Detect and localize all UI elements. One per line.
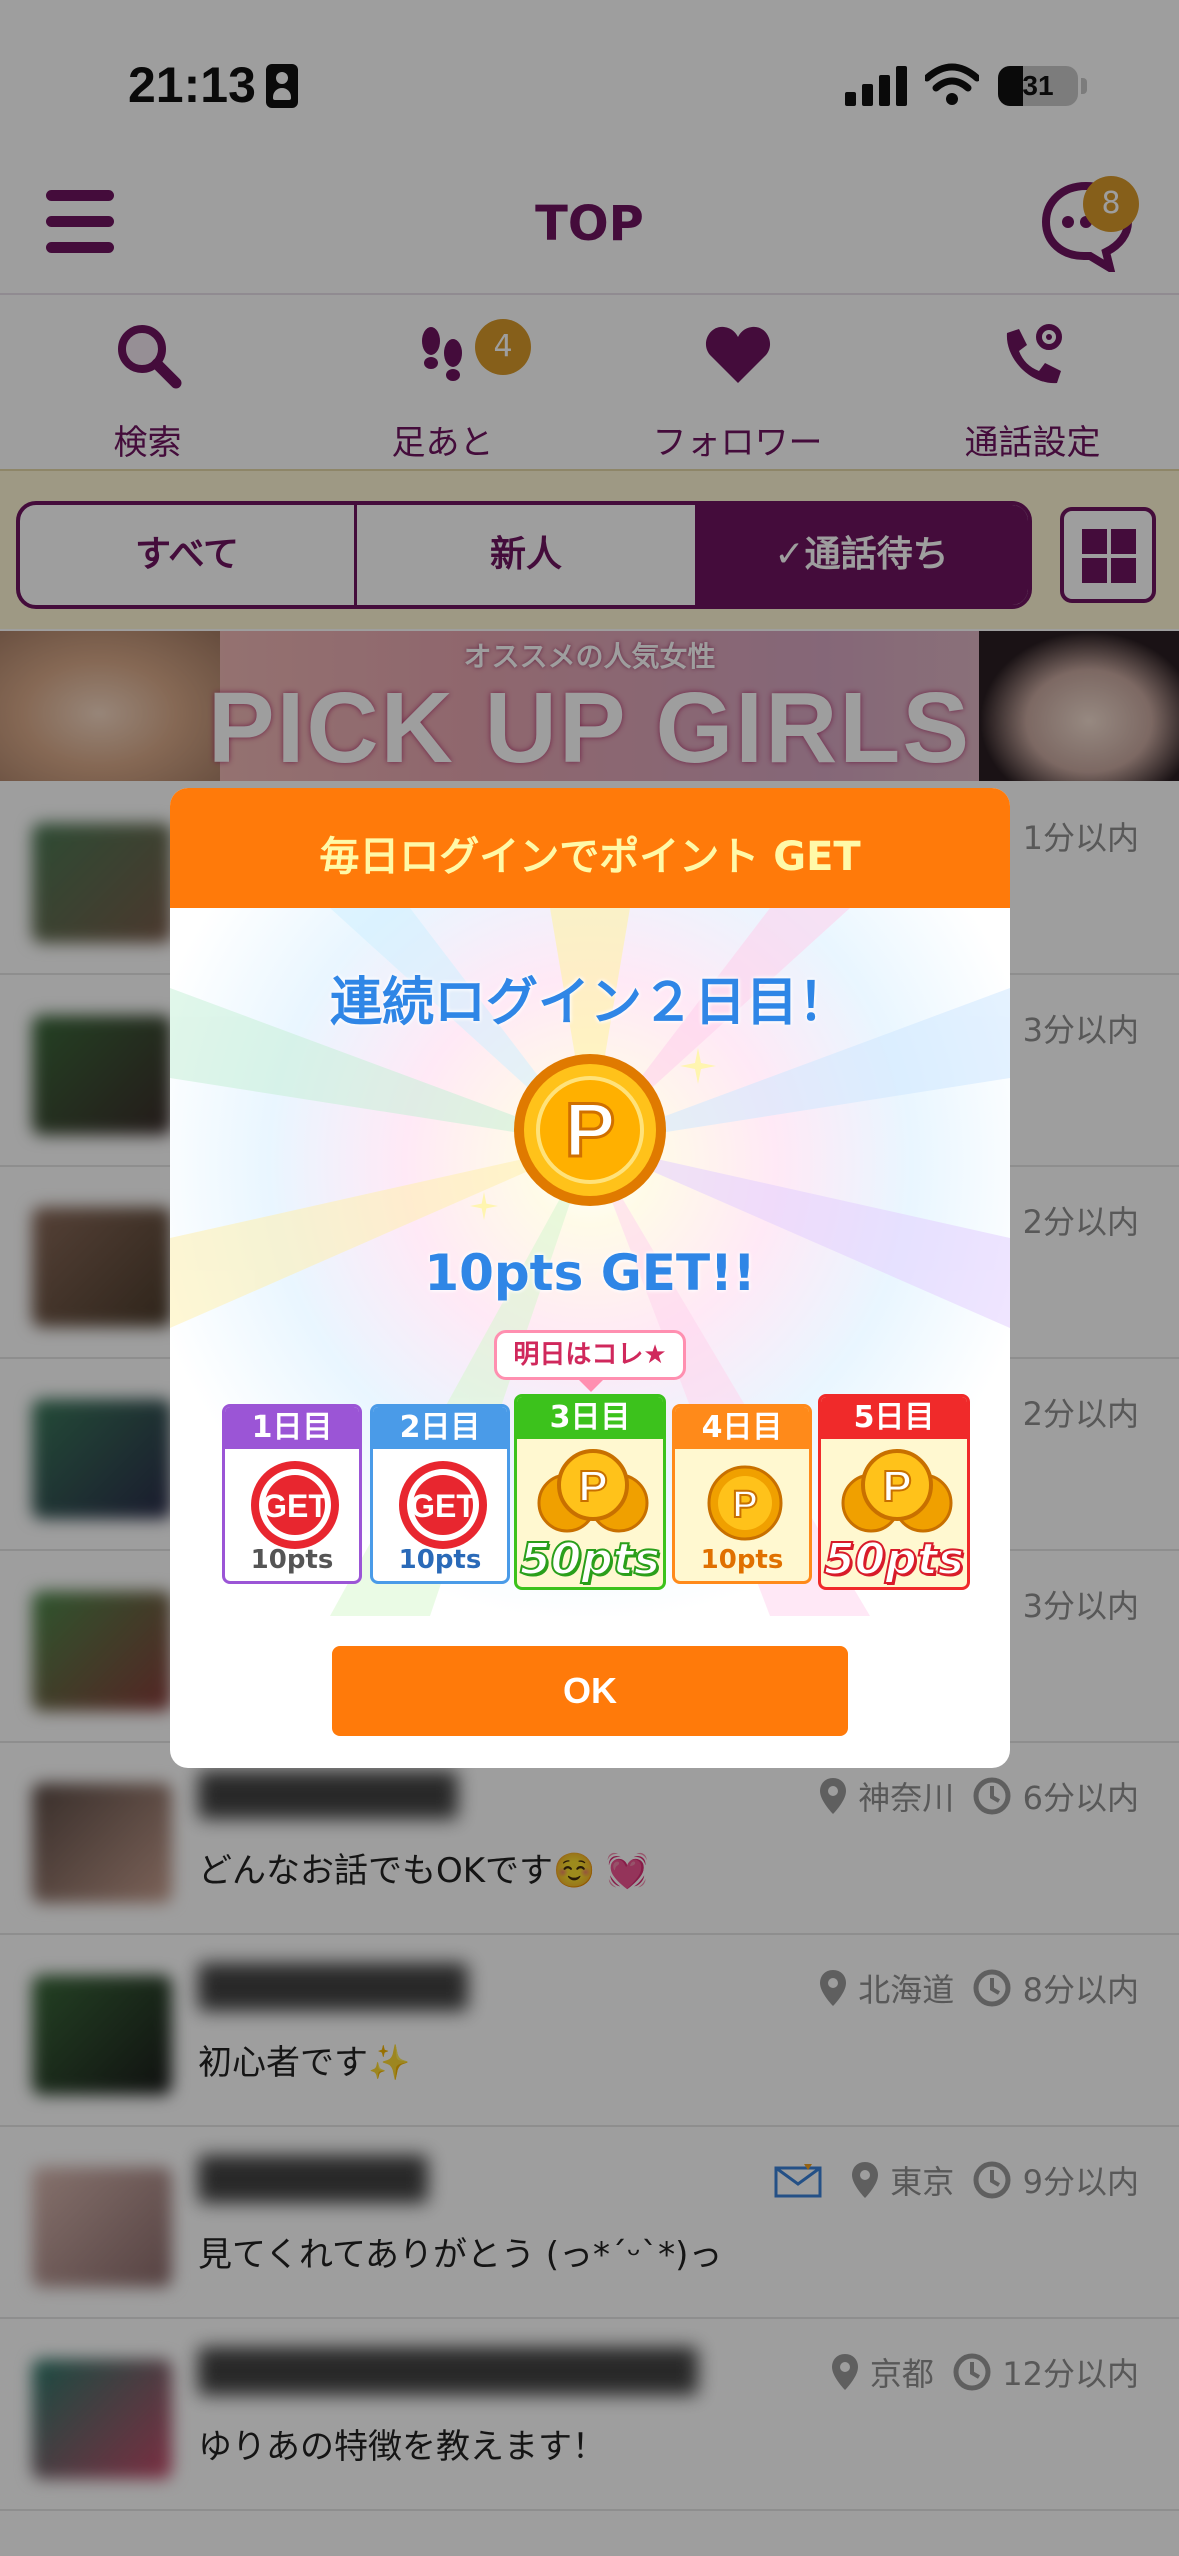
modal-body: 連続ログイン２日目！ P 10pts GET!! 明日はコレ★ 1日目 GET … [170,908,1010,1616]
tomorrow-tag: 明日はコレ★ [494,1330,686,1392]
stamp-text: GET [410,1488,476,1524]
get-stamp-icon: GET [251,1461,339,1549]
login-bonus-modal: 毎日ログインでポイント GET 連続ログイン２日目！ P 10pts GET!!… [170,788,1010,1768]
day-label: 1日目 [225,1407,359,1449]
earned-points: 10pts GET!! [424,1244,756,1302]
ok-button[interactable]: OK [332,1646,848,1736]
coin-stack-icon: P [841,1449,953,1533]
day-points: 10pts [250,1545,334,1575]
sparkle-icon [680,1048,716,1084]
day-points: 50pts [519,1533,661,1586]
point-coin-icon: P [514,1054,666,1206]
modal-header: 毎日ログインでポイント GET [170,788,1010,908]
day-label: 2日目 [373,1407,507,1449]
day-points: 10pts [700,1545,784,1575]
stamp-text: P [732,1484,757,1526]
stamp-text: GET [262,1488,328,1524]
day-points: 10pts [398,1545,482,1575]
stamp-text: P [882,1462,911,1511]
day-card-3-tomorrow: 3日目 P 50pts [514,1394,666,1590]
coin-icon: P [707,1465,783,1541]
day-label: 4日目 [675,1407,809,1449]
day-label: 5日目 [821,1397,967,1439]
day-card-1: 1日目 GET 10pts [222,1404,362,1584]
day-card-4: 4日目 P 10pts [672,1404,812,1584]
login-streak-headline: 連続ログイン２日目！ [329,973,850,1033]
day-points: 50pts [823,1533,965,1586]
get-stamp-icon: GET [399,1461,487,1549]
coin-stack-icon: P [537,1449,649,1533]
day-card-5: 5日目 P 50pts [818,1394,970,1590]
day-card-2: 2日目 GET 10pts [370,1404,510,1584]
stamp-text: P [578,1462,607,1511]
coin-letter: P [565,1088,616,1173]
sparkle-icon [470,1192,498,1220]
modal-title: 毎日ログインでポイント GET [319,834,861,880]
day-label: 3日目 [517,1397,663,1439]
